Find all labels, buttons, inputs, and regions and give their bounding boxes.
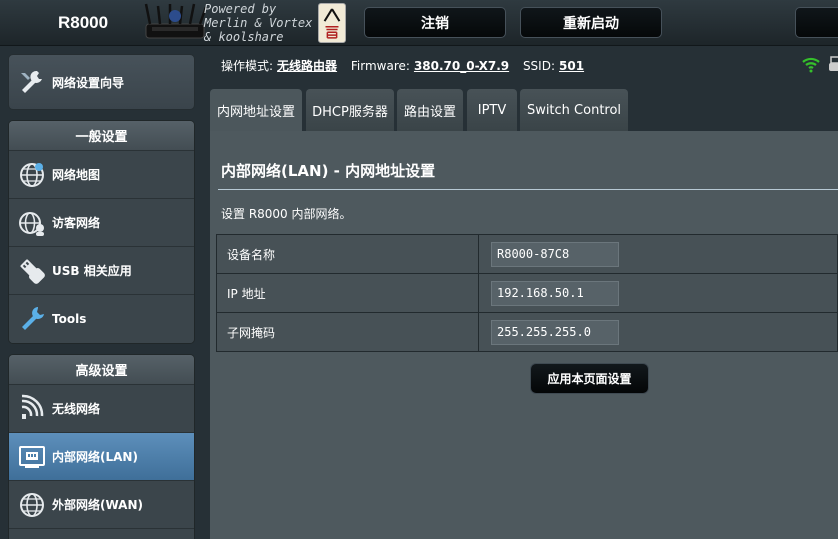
advanced-settings-header: 高级设置 [9,355,194,385]
wizard-wrench-icon [17,67,47,97]
lan-icon [17,442,47,472]
guest-globe-icon [17,208,47,238]
advanced-settings-group: 高级设置 无线网络 内部网络(LAN) 外部网络(WAN) [8,354,195,539]
sidebar-item-lan[interactable]: 内部网络(LAN) [9,433,194,481]
globe-icon [17,160,47,190]
status-line: 操作模式: 无线路由器 Firmware: 380.70_0-X7.9 SSID: 5… [221,57,588,74]
tab-dhcp-server[interactable]: DHCP服务器 [306,89,394,131]
router-model: R8000 [58,13,109,32]
device-name-input[interactable]: R8000-87C8 [491,241,619,267]
tab-iptv[interactable]: IPTV [467,89,517,131]
ssid-label: SSID: [522,59,555,73]
language-button[interactable] [795,7,838,38]
sidebar-item-usb-apps[interactable]: USB 相关应用 [9,247,194,295]
tab-route[interactable]: 路由设置 [397,89,463,131]
content-panel: 内部网络(LAN) - 内网地址设置 设置 R8000 内部网络。 设备名称 R… [210,131,838,539]
row-label-device-name: 设备名称 [216,234,479,274]
tab-switch-control[interactable]: Switch Control [520,89,628,131]
koolshare-logo [318,3,346,43]
sidebar-item-label: 内部网络(LAN) [52,450,138,464]
top-banner: R8000 Powered by Merlin & Vortex & kools… [0,0,838,46]
firmware-link[interactable]: 380.70_0-X7.9 [414,59,509,73]
sidebar-item-label: 网络地图 [52,168,101,182]
wrench-icon [17,304,47,334]
usb-status-icon[interactable] [828,56,838,72]
sidebar-item-label: 访客网络 [52,216,101,230]
ssid-link[interactable]: 501 [559,59,584,73]
sidebar-item-label: USB 相关应用 [52,264,132,278]
sidebar-item-label: Tools [52,312,87,326]
operation-mode-link[interactable]: 无线路由器 [277,59,337,73]
sidebar-item-tools[interactable]: Tools [9,295,194,343]
row-label-ip-address: IP 地址 [216,273,479,313]
logout-button[interactable]: 注销 [364,7,506,38]
general-settings-group: 一般设置 网络地图 访客网络 USB 相关应用 Tools [8,120,195,344]
lan-settings-table: 设备名称 R8000-87C8 IP 地址 192.168.50.1 子网掩码 … [216,234,838,352]
subnet-mask-input[interactable]: 255.255.255.0 [491,319,619,345]
general-settings-header: 一般设置 [9,121,194,151]
sidebar-item-label: 外部网络(WAN) [52,498,143,512]
usb-icon [17,256,47,286]
reboot-button[interactable]: 重新启动 [520,7,662,38]
operation-mode-label: 操作模式: [221,59,274,73]
page-description: 设置 R8000 内部网络。 [221,207,352,221]
table-row: IP 地址 192.168.50.1 [216,273,838,313]
sidebar-item-next[interactable] [9,529,194,539]
wan-globe-icon [17,490,47,520]
firmware-label: Firmware: [350,59,410,73]
wifi-status-icon[interactable] [802,55,820,73]
sidebar-item-wireless[interactable]: 无线网络 [9,385,194,433]
network-setup-wizard-button[interactable]: 网络设置向导 [8,54,195,110]
table-row: 子网掩码 255.255.255.0 [216,312,838,352]
table-row: 设备名称 R8000-87C8 [216,234,838,274]
title-divider [218,189,838,190]
sidebar-item-wan[interactable]: 外部网络(WAN) [9,481,194,529]
wizard-label: 网络设置向导 [52,75,125,90]
apply-settings-button[interactable]: 应用本页面设置 [530,363,649,394]
sidebar-item-network-map[interactable]: 网络地图 [9,151,194,199]
router-image [144,3,208,39]
sidebar-item-guest-network[interactable]: 访客网络 [9,199,194,247]
ip-address-input[interactable]: 192.168.50.1 [491,280,619,306]
row-label-subnet-mask: 子网掩码 [216,312,479,352]
powered-by-text: Powered by Merlin & Vortex & koolshare [204,2,313,44]
tab-lan-ip[interactable]: 内网地址设置 [210,89,302,131]
sidebar-item-label: 无线网络 [52,402,101,416]
page-title: 内部网络(LAN) - 内网地址设置 [221,162,436,180]
wireless-icon [17,394,47,424]
